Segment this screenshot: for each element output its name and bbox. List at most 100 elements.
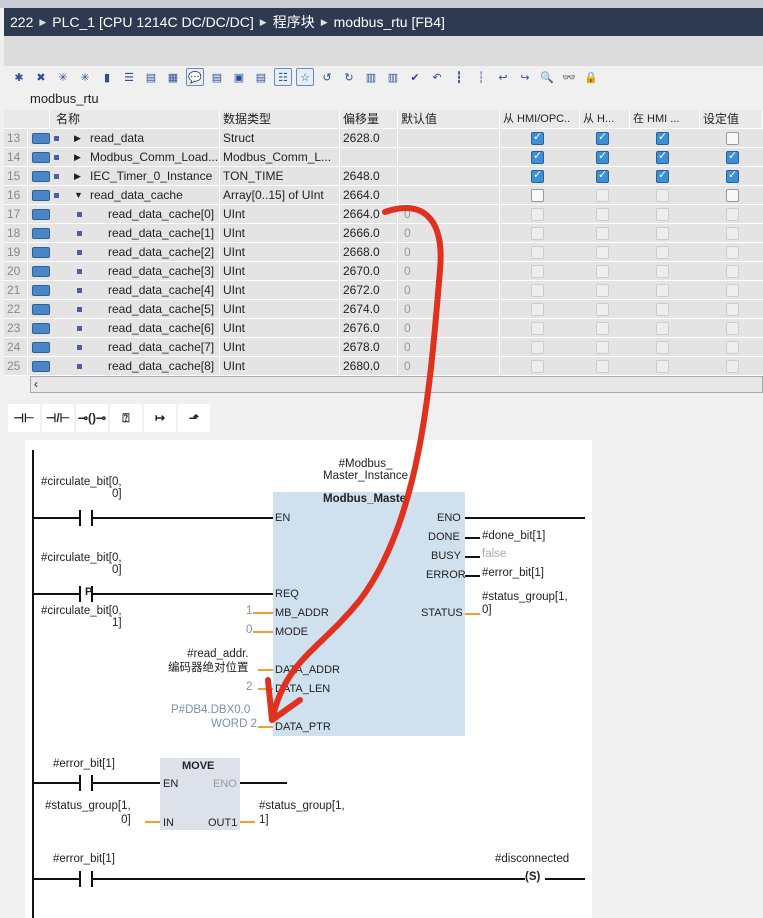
toolbar-button-icon[interactable]: ▤ (142, 68, 160, 86)
checkbox-1[interactable] (596, 189, 609, 202)
var-type[interactable]: UInt (220, 281, 340, 300)
checkbox-1[interactable] (596, 246, 609, 259)
var-type[interactable]: UInt (220, 262, 340, 281)
toolbar-button-icon[interactable]: ▤ (208, 68, 226, 86)
var-name[interactable]: read_data_cache[1] (105, 224, 220, 243)
breadcrumb-project[interactable]: 222 (10, 14, 33, 30)
checkbox-2[interactable] (656, 341, 669, 354)
checkbox-1[interactable] (596, 168, 609, 183)
var-default[interactable]: 0 (398, 281, 500, 300)
var-name[interactable]: Modbus_Comm_Load... (87, 148, 220, 167)
checkbox-0[interactable] (531, 246, 544, 259)
col-hmi-visible[interactable]: 在 HMI ... (630, 110, 700, 129)
table-row[interactable]: 17 read_data_cache[0] UInt 2664.0 0 (4, 205, 763, 224)
contact-circulate-0-label[interactable]: #circulate_bit[0, 0] (41, 476, 122, 500)
col-name[interactable]: 名称 (50, 110, 220, 129)
col-hmi-access[interactable]: 从 HMI/OPC.. (500, 110, 580, 129)
checkbox-1[interactable] (596, 265, 609, 278)
checkbox-2[interactable] (656, 322, 669, 335)
var-name[interactable]: read_data_cache[7] (105, 338, 220, 357)
positive-edge-contact[interactable]: P (85, 586, 92, 598)
coil-button[interactable]: ⊸()⊸ (76, 404, 108, 432)
checkbox-3[interactable] (726, 132, 739, 145)
checkbox-3[interactable] (726, 208, 739, 221)
nc-contact-button[interactable]: ⊣/⊢ (42, 404, 74, 432)
checkbox-1[interactable] (596, 227, 609, 240)
instance-db-label[interactable]: #Modbus_ Master_Instance (323, 458, 408, 482)
toolbar-button-icon[interactable]: ☰ (120, 68, 138, 86)
checkbox-2[interactable] (656, 227, 669, 240)
mb-addr-value[interactable]: 1 (246, 605, 252, 617)
var-default[interactable]: 0 (398, 243, 500, 262)
var-default[interactable] (398, 186, 500, 205)
checkbox-2[interactable] (656, 168, 669, 183)
checkbox-3[interactable] (726, 265, 739, 278)
table-row[interactable]: 24 read_data_cache[7] UInt 2678.0 0 (4, 338, 763, 357)
toolbar-button-icon[interactable]: ✖ (32, 68, 50, 86)
var-default[interactable]: 0 (398, 319, 500, 338)
checkbox-2[interactable] (656, 149, 669, 164)
checkbox-0[interactable] (531, 284, 544, 297)
checkbox-3[interactable] (726, 149, 739, 164)
var-name[interactable]: read_data_cache[0] (105, 205, 220, 224)
toolbar-button-icon[interactable]: ┇ (450, 68, 468, 86)
table-row[interactable]: 18 read_data_cache[1] UInt 2666.0 0 (4, 224, 763, 243)
checkbox-2[interactable] (656, 265, 669, 278)
checkbox-3[interactable] (726, 360, 739, 373)
var-type[interactable]: UInt (220, 357, 340, 376)
toolbar-button-icon[interactable]: ↩ (494, 68, 512, 86)
var-default[interactable] (398, 148, 500, 167)
table-row[interactable]: 19 read_data_cache[2] UInt 2668.0 0 (4, 243, 763, 262)
data-ptr-value[interactable]: P#DB4.DBX0.0 (171, 704, 250, 716)
toolbar-button-icon[interactable]: 👓 (560, 68, 578, 86)
var-type[interactable]: UInt (220, 224, 340, 243)
set-coil[interactable]: (S) (525, 871, 540, 883)
toolbar-button-icon[interactable]: ↪ (516, 68, 534, 86)
var-name[interactable]: read_data_cache[8] (105, 357, 220, 376)
toolbar-button-icon[interactable]: ↺ (318, 68, 336, 86)
var-default[interactable]: 0 (398, 300, 500, 319)
checkbox-0[interactable] (531, 265, 544, 278)
checkbox-0[interactable] (531, 322, 544, 335)
checkbox-0[interactable] (531, 303, 544, 316)
mode-value[interactable]: 0 (246, 624, 252, 636)
checkbox-2[interactable] (656, 130, 669, 145)
checkbox-1[interactable] (596, 149, 609, 164)
var-type[interactable]: UInt (220, 319, 340, 338)
table-row[interactable]: 20 read_data_cache[3] UInt 2670.0 0 (4, 262, 763, 281)
var-type[interactable]: UInt (220, 243, 340, 262)
expand-icon[interactable]: ▼ (74, 190, 83, 200)
checkbox-1[interactable] (596, 360, 609, 373)
var-type[interactable]: Struct (220, 129, 340, 148)
expand-icon[interactable]: ▶ (74, 152, 81, 163)
toolbar-button-icon[interactable]: ☆ (296, 68, 314, 86)
contact-circulate-1-label[interactable]: #circulate_bit[0, 1] (41, 605, 122, 629)
var-default[interactable]: 0 (398, 262, 500, 281)
toolbar-button-icon[interactable]: ☷ (274, 68, 292, 86)
checkbox-1[interactable] (596, 208, 609, 221)
open-branch-button[interactable]: ↦ (144, 404, 176, 432)
table-row[interactable]: 22 read_data_cache[5] UInt 2674.0 0 (4, 300, 763, 319)
table-row[interactable]: 21 read_data_cache[4] UInt 2672.0 0 (4, 281, 763, 300)
checkbox-3[interactable] (726, 246, 739, 259)
checkbox-2[interactable] (656, 303, 669, 316)
table-row[interactable]: 13 ▶ read_data Struct 2628.0 (4, 129, 763, 148)
table-row[interactable]: 23 read_data_cache[6] UInt 2676.0 0 (4, 319, 763, 338)
move-out-value[interactable]: #status_group[1, 1] (259, 799, 345, 827)
var-default[interactable] (398, 167, 500, 186)
var-type[interactable]: UInt (220, 300, 340, 319)
checkbox-1[interactable] (596, 130, 609, 145)
toolbar-button-icon[interactable]: ✔ (406, 68, 424, 86)
checkbox-2[interactable] (656, 360, 669, 373)
status-output[interactable]: #status_group[1, 0] (482, 591, 568, 617)
toolbar-button-icon[interactable]: ✳ (76, 68, 94, 86)
data-ptr-type[interactable]: WORD 2 (211, 718, 257, 730)
checkbox-0[interactable] (531, 208, 544, 221)
var-name[interactable]: read_data_cache[4] (105, 281, 220, 300)
checkbox-1[interactable] (596, 284, 609, 297)
checkbox-0[interactable] (531, 189, 544, 202)
toolbar-button-icon[interactable]: ▮ (98, 68, 116, 86)
toolbar-button-icon[interactable]: 🔍 (538, 68, 556, 86)
data-addr-value[interactable]: #read_addr. 编码器绝对位置 (168, 647, 249, 675)
table-row[interactable]: 15 ▶ IEC_Timer_0_Instance TON_TIME 2648.… (4, 167, 763, 186)
